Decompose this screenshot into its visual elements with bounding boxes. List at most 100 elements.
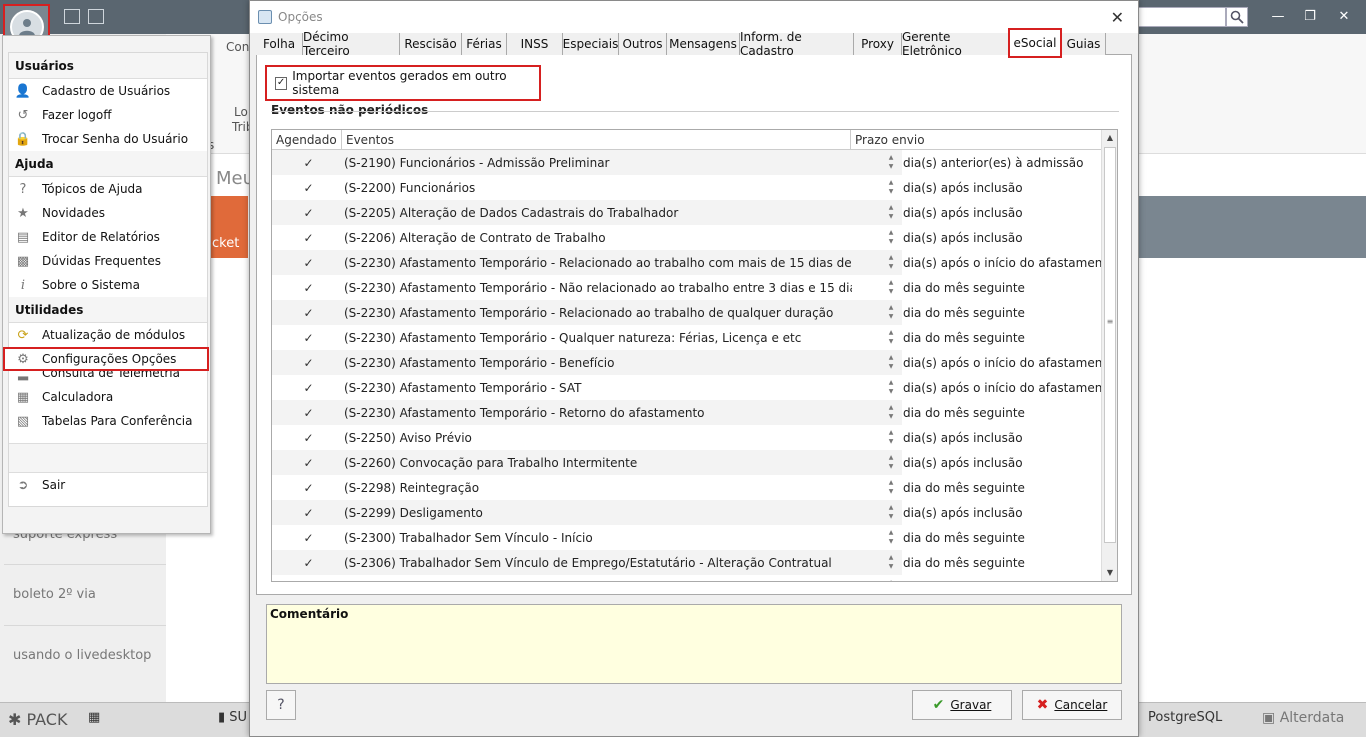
spinner-icon[interactable]: ▲▼ — [884, 553, 898, 572]
row-checkbox[interactable]: ✓ — [302, 231, 315, 245]
left-item[interactable]: boleto 2º via — [4, 564, 166, 624]
row-deadline[interactable]: dia do mês seguinte — [902, 475, 1102, 500]
app-search-input[interactable] — [1136, 7, 1226, 27]
table-row[interactable]: ✓ (S-2298) Reintegração ▲ ▼ dia do mês segui… — [272, 475, 1102, 500]
row-checkbox[interactable]: ✓ — [302, 206, 315, 220]
close-app-icon[interactable]: ✕ — [1334, 8, 1354, 26]
row-checkbox[interactable]: ✓ — [302, 356, 315, 370]
minimize-icon[interactable]: — — [1268, 8, 1288, 26]
menu-item-sair[interactable]: ➲ Sair — [9, 473, 207, 497]
menu-item-atualizacao-modulos[interactable]: ⟳ Atualização de módulos — [9, 323, 207, 347]
row-checkbox[interactable]: ✓ — [302, 406, 315, 420]
spinner-icon[interactable]: ▲▼ — [884, 153, 898, 172]
save-button[interactable]: ✔ Gravar — [912, 690, 1012, 720]
row-deadline[interactable]: dia do mês seguinte — [902, 400, 1102, 425]
scroll-up-icon[interactable]: ▲ — [1102, 130, 1117, 146]
scroll-thumb[interactable] — [1104, 147, 1116, 543]
tab-inss[interactable]: INSS — [507, 33, 563, 55]
tab-gerente-eletronico[interactable]: Gerente Eletrônico — [902, 30, 1010, 58]
table-row[interactable]: ✓ (S-2206) Alteração de Contrato de Traba… — [272, 225, 1102, 250]
row-deadline[interactable]: dia(s) após inclusão — [902, 500, 1102, 525]
spinner-icon[interactable]: ▲▼ — [884, 178, 898, 197]
ticket-tile[interactable]: cket — [208, 196, 248, 258]
import-events-checkbox[interactable]: ✓ Importar eventos gerados em outro sist… — [265, 65, 541, 101]
taskbar-item-su[interactable]: ▮ SU — [218, 710, 247, 725]
import-checkbox[interactable]: ✓ — [275, 76, 288, 90]
row-checkbox[interactable]: ✓ — [302, 306, 315, 320]
cancel-button[interactable]: ✖ Cancelar — [1022, 690, 1122, 720]
row-checkbox[interactable]: ✓ — [302, 331, 315, 345]
spinner-icon[interactable]: ▲▼ — [884, 453, 898, 472]
table-row[interactable]: ✓ (S-2230) Afastamento Temporário - Relac… — [272, 300, 1102, 325]
menu-item-tabelas-conferencia[interactable]: ▧ Tabelas Para Conferência — [9, 409, 207, 433]
row-checkbox[interactable]: ✓ — [302, 506, 315, 520]
table-row[interactable]: ✓ (S-2230) Afastamento Temporário - Retor… — [272, 400, 1102, 425]
table-row[interactable]: ✓ (S-2205) Alteração de Dados Cadastrais … — [272, 200, 1102, 225]
table-row[interactable]: ✓ (S-2200) Funcionários ▲ ▼ dia(s) após incl… — [272, 175, 1102, 200]
grid-icon[interactable] — [64, 9, 80, 24]
menu-item-duvidas-frequentes[interactable]: ▩ Dúvidas Frequentes — [9, 249, 207, 273]
search-icon[interactable] — [1226, 7, 1248, 27]
table-row[interactable]: ✓ (S-2306) Trabalhador Sem Vínculo de Emp… — [272, 550, 1102, 575]
menu-item-configuracoes-opcoes[interactable]: ⚙ Configurações Opções — [3, 347, 209, 371]
menu-item-novidades[interactable]: ★ Novidades — [9, 201, 207, 225]
table-row[interactable]: ✓ (S-2230) Afastamento Temporário - SAT ▲ ▼… — [272, 375, 1114, 400]
spinner-icon[interactable]: ▲▼ — [884, 328, 898, 347]
table-row[interactable]: ✓ (S-2230) Afastamento Temporário - Benef… — [272, 350, 1114, 375]
menu-item-sobre-sistema[interactable]: i Sobre o Sistema — [9, 273, 207, 297]
tab-esocial[interactable]: eSocial — [1008, 28, 1062, 58]
menu-item-fazer-logoff[interactable]: ↺ Fazer logoff — [9, 103, 207, 127]
spinner-icon[interactable]: ▲▼ — [884, 228, 898, 247]
help-button[interactable]: ? — [266, 690, 296, 720]
row-deadline[interactable]: dia do mês seguinte — [902, 275, 1102, 300]
row-deadline[interactable]: dia(s) anterior(es) à admissão — [902, 150, 1102, 175]
tab-outros[interactable]: Outros — [619, 33, 667, 55]
spinner-icon[interactable]: ▲▼ — [884, 503, 898, 522]
row-checkbox[interactable]: ✓ — [302, 481, 315, 495]
grid-scrollbar[interactable]: ▲ ≡ ▼ — [1101, 130, 1117, 581]
calendar-icon[interactable]: ▦ — [88, 710, 100, 725]
row-checkbox[interactable]: ✓ — [302, 431, 315, 445]
table-row[interactable]: ✓ (S-2260) Convocação para Trabalho Inter… — [272, 450, 1102, 475]
tab-ferias[interactable]: Férias — [462, 33, 507, 55]
spinner-icon[interactable]: ▲▼ — [884, 353, 898, 372]
spinner-icon[interactable]: ▲▼ — [884, 528, 898, 547]
column-agendado[interactable]: Agendado — [272, 130, 342, 150]
row-deadline[interactable]: dia do mês seguinte — [902, 325, 1102, 350]
table-row[interactable]: ✓ (S-2250) Aviso Prévio ▲ ▼ dia(s) após incl… — [272, 425, 1102, 450]
close-icon[interactable]: ✕ — [1111, 8, 1124, 27]
tab-decimo-terceiro[interactable]: Décimo Terceiro — [303, 30, 400, 58]
row-deadline[interactable] — [902, 575, 1102, 581]
spinner-icon[interactable]: ▲▼ — [884, 428, 898, 447]
tab-guias[interactable]: Guias — [1062, 33, 1106, 55]
comment-box[interactable]: Comentário — [266, 604, 1122, 684]
spinner-icon[interactable]: ▲▼ — [884, 278, 898, 297]
spinner-icon[interactable]: ▲▼ — [884, 253, 898, 272]
tab-inform-cadastro[interactable]: Inform. de Cadastro — [740, 30, 854, 58]
menu-item-trocar-senha[interactable]: 🔒 Trocar Senha do Usuário — [9, 127, 207, 151]
row-checkbox[interactable] — [302, 581, 315, 582]
menu-item-cadastro-usuarios[interactable]: 👤 Cadastro de Usuários — [9, 79, 207, 103]
taskbar-logo[interactable]: ✱ PACK — [8, 710, 67, 729]
row-checkbox[interactable]: ✓ — [302, 181, 315, 195]
row-checkbox[interactable]: ✓ — [302, 156, 315, 170]
row-checkbox[interactable]: ✓ — [302, 556, 315, 570]
row-deadline[interactable]: dia do mês seguinte — [902, 300, 1102, 325]
row-checkbox[interactable]: ✓ — [302, 281, 315, 295]
row-deadline[interactable]: dia(s) após inclusão — [902, 175, 1102, 200]
table-row[interactable]: ✓ (S-2299) Desligamento ▲ ▼ dia(s) após incl… — [272, 500, 1102, 525]
row-checkbox[interactable]: ✓ — [302, 256, 315, 270]
tab-proxy[interactable]: Proxy — [854, 33, 902, 55]
spinner-icon[interactable]: ▲▼ — [884, 203, 898, 222]
table-row[interactable]: ✓ (S-2230) Afastamento Temporário - Não r… — [272, 275, 1102, 300]
menu-item-editor-relatorios[interactable]: ▤ Editor de Relatórios — [9, 225, 207, 249]
row-deadline[interactable]: dia(s) após o início do afastamento — [902, 350, 1114, 375]
row-checkbox[interactable]: ✓ — [302, 456, 315, 470]
restore-icon[interactable]: ❐ — [1300, 8, 1320, 26]
left-item[interactable]: usando o livedesktop — [4, 625, 166, 685]
table-row[interactable]: ✓ (S-2300) Trabalhador Sem Vínculo - Iníc… — [272, 525, 1102, 550]
spinner-icon[interactable]: ▲▼ — [884, 378, 898, 397]
table-row[interactable]: ✓ (S-2230) Afastamento Temporário - Qualq… — [272, 325, 1102, 350]
spinner-icon[interactable]: ▲▼ — [884, 578, 898, 581]
spinner-icon[interactable]: ▲▼ — [884, 403, 898, 422]
